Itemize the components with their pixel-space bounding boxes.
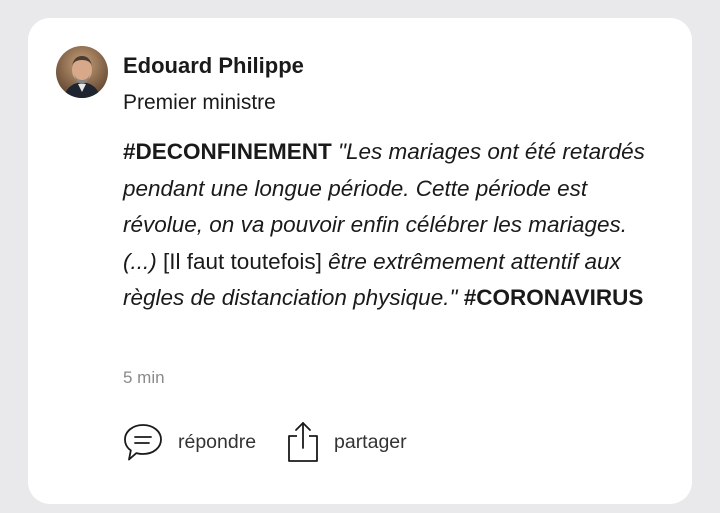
author-avatar[interactable] bbox=[56, 46, 108, 98]
post-timestamp: 5 min bbox=[123, 368, 165, 387]
reply-button[interactable]: répondre bbox=[122, 420, 256, 464]
hashtag-coronavirus[interactable]: #CORONAVIRUS bbox=[464, 285, 644, 310]
author-name[interactable]: Edouard Philippe bbox=[123, 52, 304, 80]
speech-bubble-icon bbox=[122, 422, 164, 462]
hashtag-deconfinement[interactable]: #DECONFINEMENT bbox=[123, 139, 332, 164]
post-text: #DECONFINEMENT "Les mariages ont été ret… bbox=[123, 134, 658, 317]
share-button[interactable]: partager bbox=[286, 420, 407, 464]
reply-label: répondre bbox=[178, 430, 257, 453]
author-role: Premier ministre bbox=[123, 91, 276, 114]
share-label: partager bbox=[334, 430, 407, 453]
quote-bracket: [Il faut toutefois] bbox=[163, 248, 322, 274]
post-card: Edouard Philippe Premier ministre #DECON… bbox=[28, 18, 692, 504]
share-upload-icon bbox=[286, 420, 320, 464]
